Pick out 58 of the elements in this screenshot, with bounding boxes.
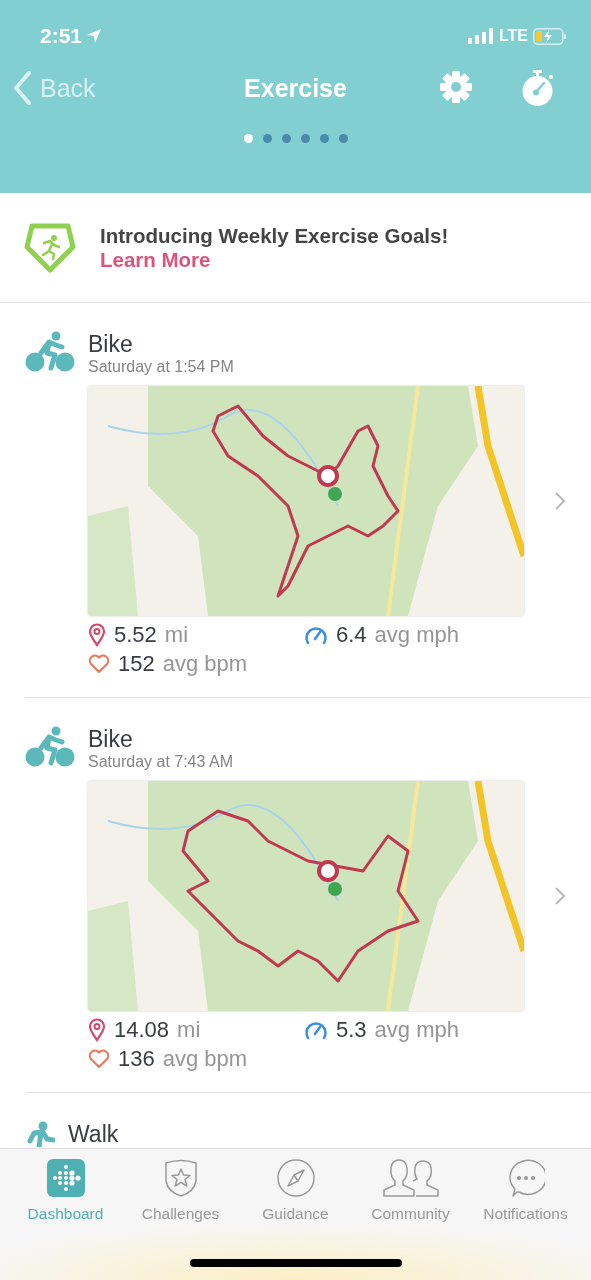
exercise-name: Walk (68, 1121, 119, 1148)
stat-unit: avg bpm (162, 1046, 248, 1072)
chat-bubble-icon (506, 1159, 545, 1197)
tab-bar-item[interactable]: Community (353, 1159, 468, 1223)
route-map-drawing[interactable] (88, 781, 524, 1011)
tab-bar-item[interactable]: Guidance (238, 1159, 353, 1223)
banner-title: Introducing Weekly Exercise Goals! (100, 223, 449, 248)
stat-unit: mi (164, 622, 189, 648)
page-dot[interactable] (338, 134, 348, 143)
heart-icon (88, 1049, 110, 1069)
page-dot[interactable] (319, 134, 329, 143)
settings-button[interactable] (439, 70, 473, 106)
location-pin-icon (88, 623, 106, 647)
stopwatch-button[interactable] (521, 70, 555, 106)
people-icon (382, 1159, 439, 1197)
tab-bar-item[interactable]: Dashboard (8, 1159, 123, 1223)
stat-unit: avg mph (374, 622, 459, 648)
speedometer-icon (304, 625, 328, 645)
heart-icon (88, 654, 110, 674)
chevron-right-icon (554, 886, 566, 906)
exercise-time: Saturday at 1:54 PM (88, 358, 234, 376)
chevron-left-icon (12, 71, 32, 105)
stat-value: 152 (118, 651, 155, 677)
stat-value: 14.08 (114, 1017, 170, 1043)
location-arrow-icon (86, 28, 103, 44)
exercise-time: Saturday at 7:43 AM (88, 753, 233, 771)
signal-icon (467, 28, 494, 44)
tab-bar-item[interactable]: Challenges (123, 1159, 238, 1223)
page-dot[interactable] (243, 134, 253, 143)
stat-unit: mi (177, 1017, 201, 1043)
route-map-drawing[interactable] (88, 386, 524, 616)
badge-running-icon (24, 222, 76, 273)
stat-value: 5.3 (336, 1017, 367, 1043)
exercise-name: Bike (88, 726, 134, 753)
page-dot[interactable] (281, 134, 291, 143)
speedometer-icon (304, 1020, 328, 1040)
compass-icon (276, 1159, 315, 1197)
dots-grid-icon (46, 1159, 85, 1197)
chevron-right-icon (554, 491, 566, 511)
location-pin-icon (88, 1018, 106, 1042)
status-time: 2:51 (40, 24, 83, 48)
stat-value: 5.52 (114, 622, 157, 648)
cyclist-icon (25, 726, 75, 768)
stat-value: 136 (118, 1046, 155, 1072)
stat-value: 6.4 (336, 622, 367, 648)
stat-unit: avg bpm (162, 651, 248, 677)
exercise-name: Bike (88, 331, 134, 358)
page-dot[interactable] (300, 134, 310, 143)
page-dot[interactable] (262, 134, 272, 143)
screen-title: Exercise (244, 73, 347, 103)
walker-icon (25, 1121, 55, 1147)
tab-bar-item[interactable]: Notifications (468, 1159, 583, 1223)
learn-more-link[interactable]: Learn More (100, 247, 211, 272)
back-button[interactable]: Back (12, 71, 96, 105)
battery-icon (533, 27, 567, 45)
network-label: LTE (498, 27, 528, 45)
cyclist-icon (25, 331, 75, 373)
stat-unit: avg mph (374, 1017, 459, 1043)
